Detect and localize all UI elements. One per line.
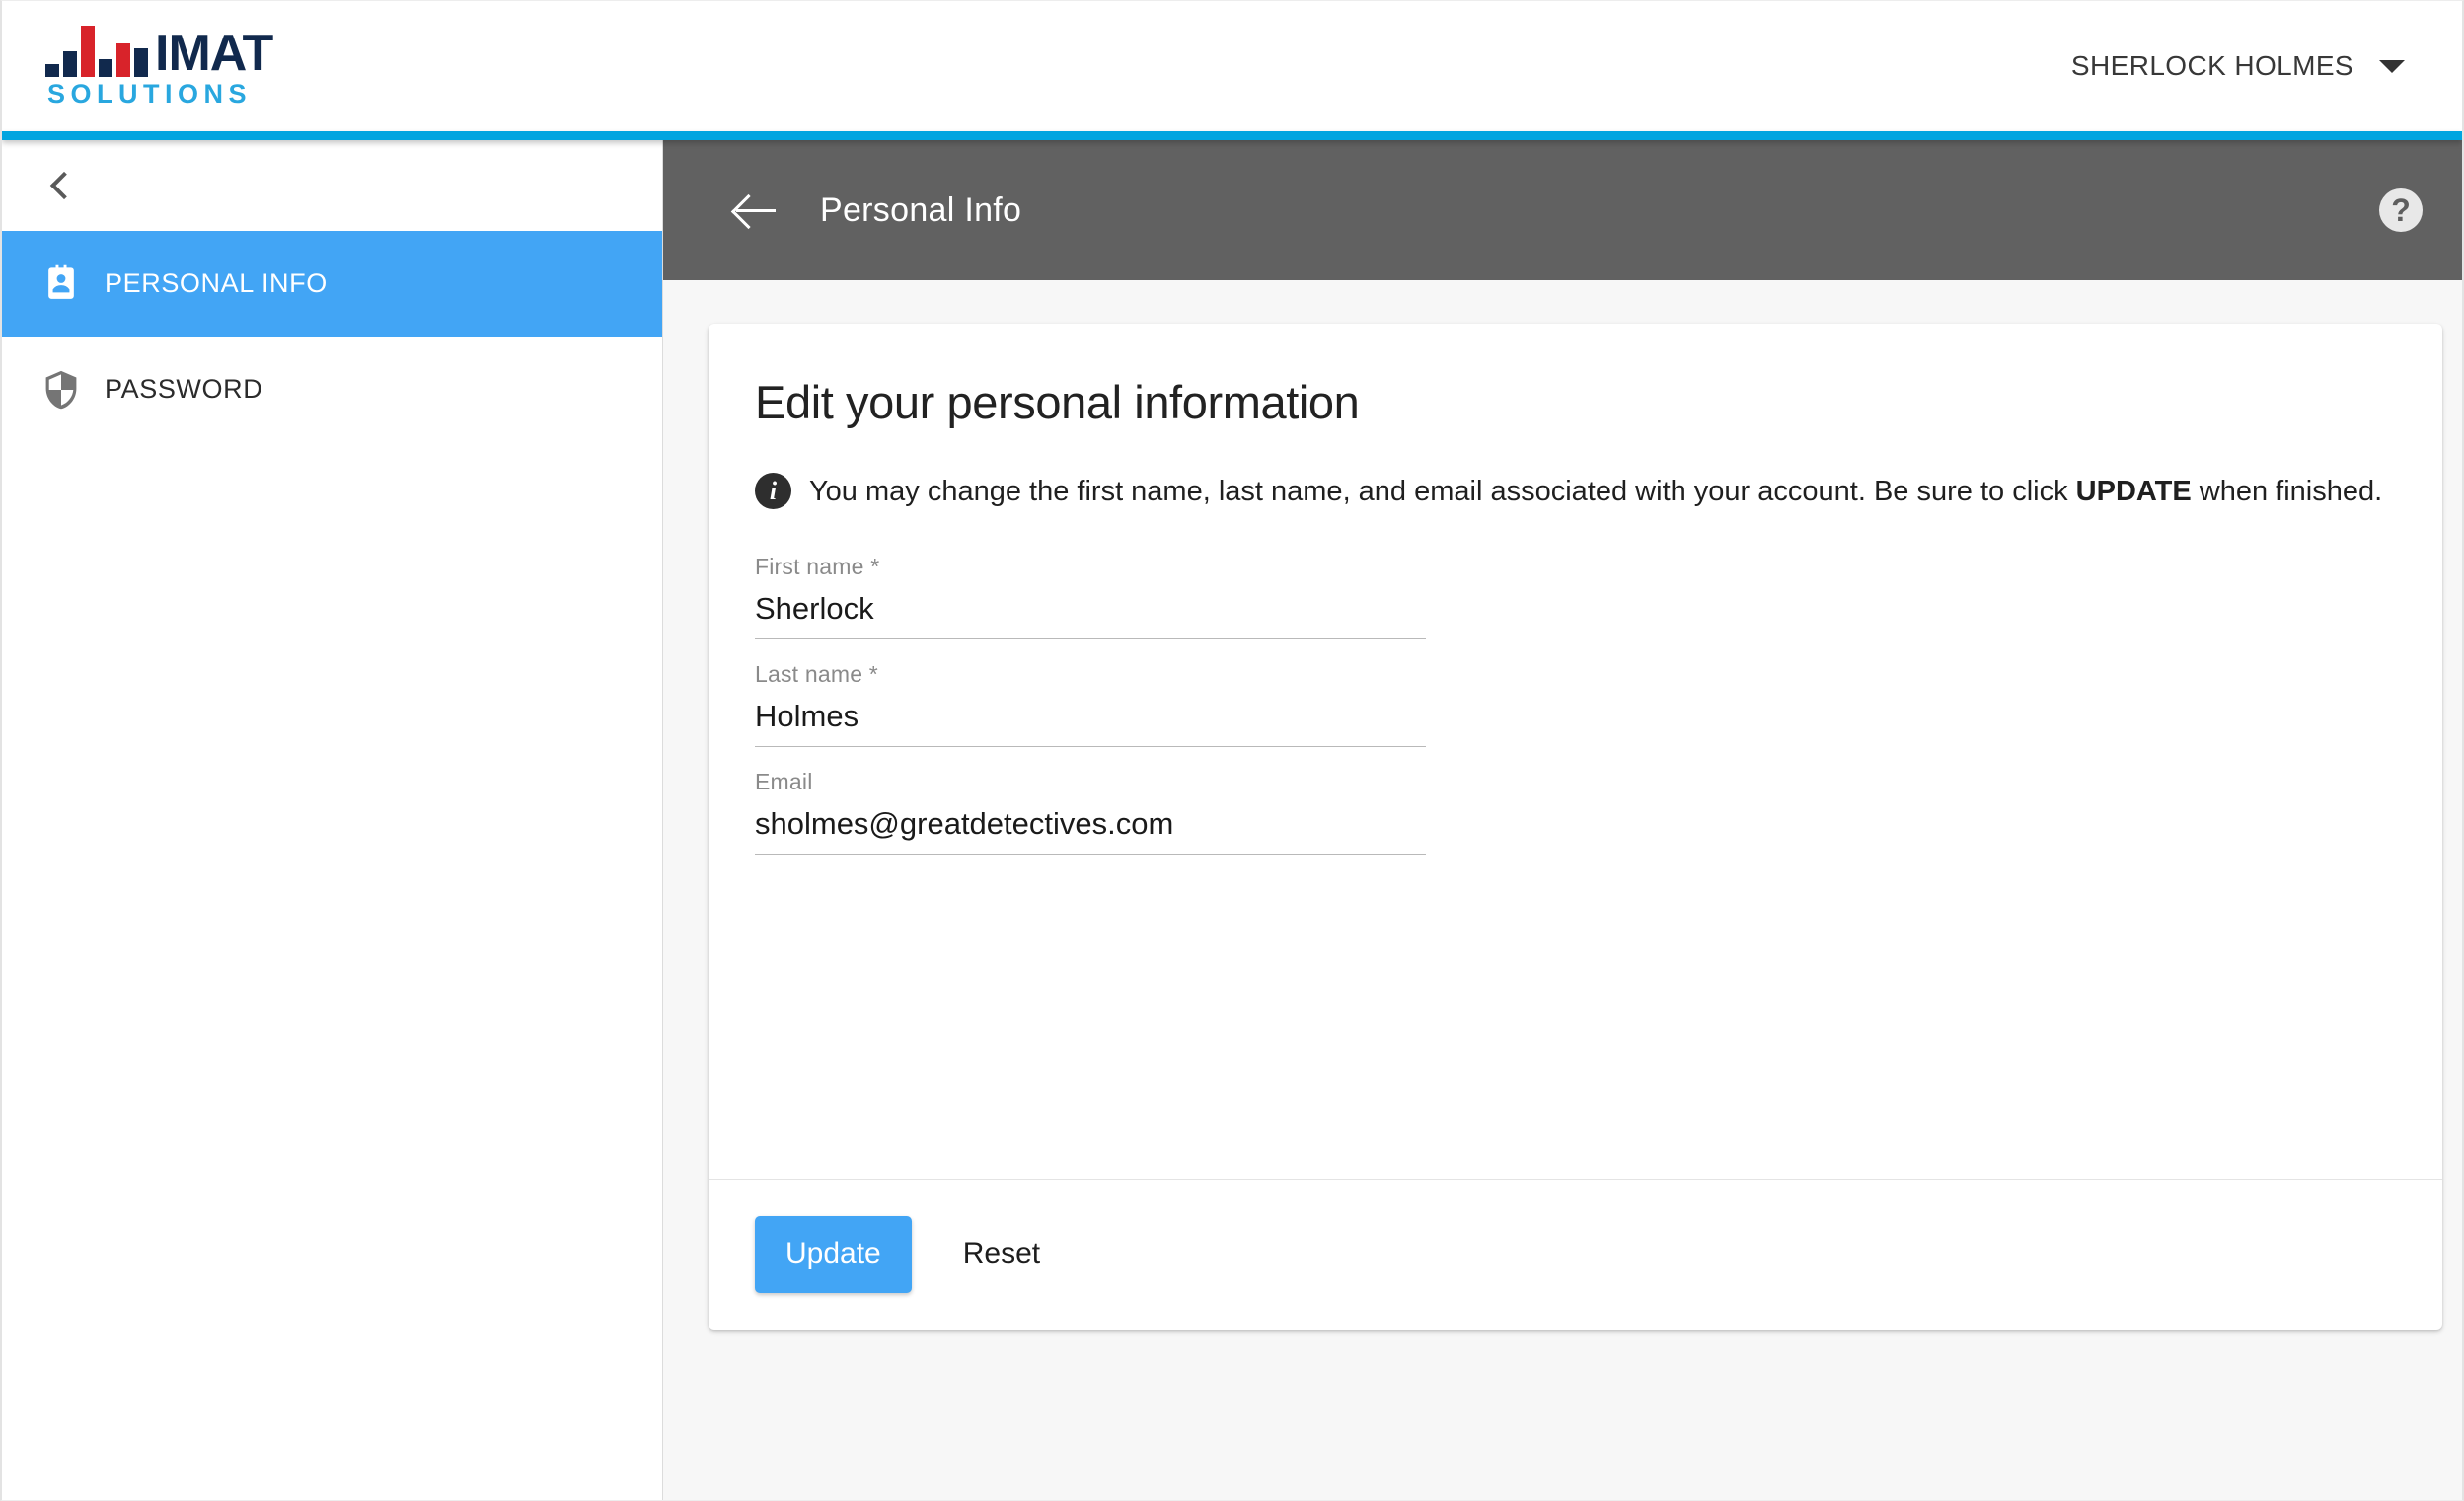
arrow-left-icon[interactable] bbox=[734, 189, 776, 231]
card-body: Edit your personal information i You may… bbox=[709, 324, 2442, 1179]
page-toolbar: Personal Info ? bbox=[663, 140, 2462, 280]
update-button[interactable]: Update bbox=[755, 1216, 912, 1293]
sidebar-item-label: PERSONAL INFO bbox=[105, 268, 328, 298]
page-title: Personal Info bbox=[820, 190, 1022, 229]
help-circle-icon[interactable]: ? bbox=[2379, 188, 2423, 232]
email-input[interactable] bbox=[755, 806, 1426, 842]
user-menu-label: SHERLOCK HOLMES bbox=[2070, 50, 2353, 81]
card-footer: Update Reset bbox=[709, 1179, 2442, 1330]
shield-icon bbox=[39, 368, 83, 412]
imat-solutions-logo: IMAT SOLUTIONS bbox=[45, 25, 273, 109]
first-name-input[interactable] bbox=[755, 591, 1426, 627]
card-title: Edit your personal information bbox=[755, 376, 1360, 428]
logo-secondary-text: SOLUTIONS bbox=[47, 79, 253, 109]
app-header: IMAT SOLUTIONS SHERLOCK HOLMES bbox=[2, 1, 2462, 131]
info-text-emphasis: UPDATE bbox=[2075, 476, 2192, 507]
first-name-underline bbox=[755, 591, 1426, 639]
info-banner-text: You may change the first name, last name… bbox=[809, 467, 2382, 516]
chevron-left-icon bbox=[49, 171, 79, 200]
first-name-field-group: First name * bbox=[755, 554, 1426, 639]
email-label: Email bbox=[755, 769, 813, 794]
email-field-group: Email bbox=[755, 769, 1426, 855]
user-menu[interactable]: SHERLOCK HOLMES bbox=[2071, 50, 2428, 82]
info-banner: i You may change the first name, last na… bbox=[755, 467, 2383, 516]
info-text-after: when finished. bbox=[2191, 476, 2383, 507]
last-name-field-group: Last name * bbox=[755, 661, 1426, 747]
sidebar-collapse-button[interactable] bbox=[2, 140, 662, 231]
chevron-down-icon bbox=[2379, 59, 2405, 73]
sidebar-item-label: PASSWORD bbox=[105, 374, 263, 404]
app-page: IMAT SOLUTIONS SHERLOCK HOLMES PERSONAL bbox=[0, 0, 2464, 1501]
id-badge-icon bbox=[39, 263, 83, 306]
sidebar-item-password[interactable]: PASSWORD bbox=[2, 337, 662, 442]
last-name-input[interactable] bbox=[755, 699, 1426, 734]
logo-primary-text: IMAT bbox=[155, 25, 273, 82]
personal-info-card: Edit your personal information i You may… bbox=[709, 324, 2442, 1330]
logo-wordmark-row: IMAT bbox=[45, 25, 273, 82]
main-region: Personal Info ? Edit your personal infor… bbox=[663, 140, 2462, 1500]
main-content: Edit your personal information i You may… bbox=[663, 280, 2462, 1500]
sidebar-item-personal-info[interactable]: PERSONAL INFO bbox=[2, 231, 662, 337]
first-name-label: First name * bbox=[755, 554, 880, 579]
info-text-before: You may change the first name, last name… bbox=[809, 476, 2076, 507]
last-name-label: Last name * bbox=[755, 661, 878, 687]
bar-chart-icon bbox=[45, 26, 148, 77]
last-name-underline bbox=[755, 699, 1426, 747]
email-underline bbox=[755, 806, 1426, 855]
body-area: PERSONAL INFO PASSWORD Personal Info ? E… bbox=[2, 140, 2462, 1500]
accent-bar bbox=[2, 131, 2462, 140]
reset-button[interactable]: Reset bbox=[937, 1216, 1066, 1293]
sidebar: PERSONAL INFO PASSWORD bbox=[2, 140, 663, 1500]
info-circle-icon: i bbox=[755, 473, 791, 509]
